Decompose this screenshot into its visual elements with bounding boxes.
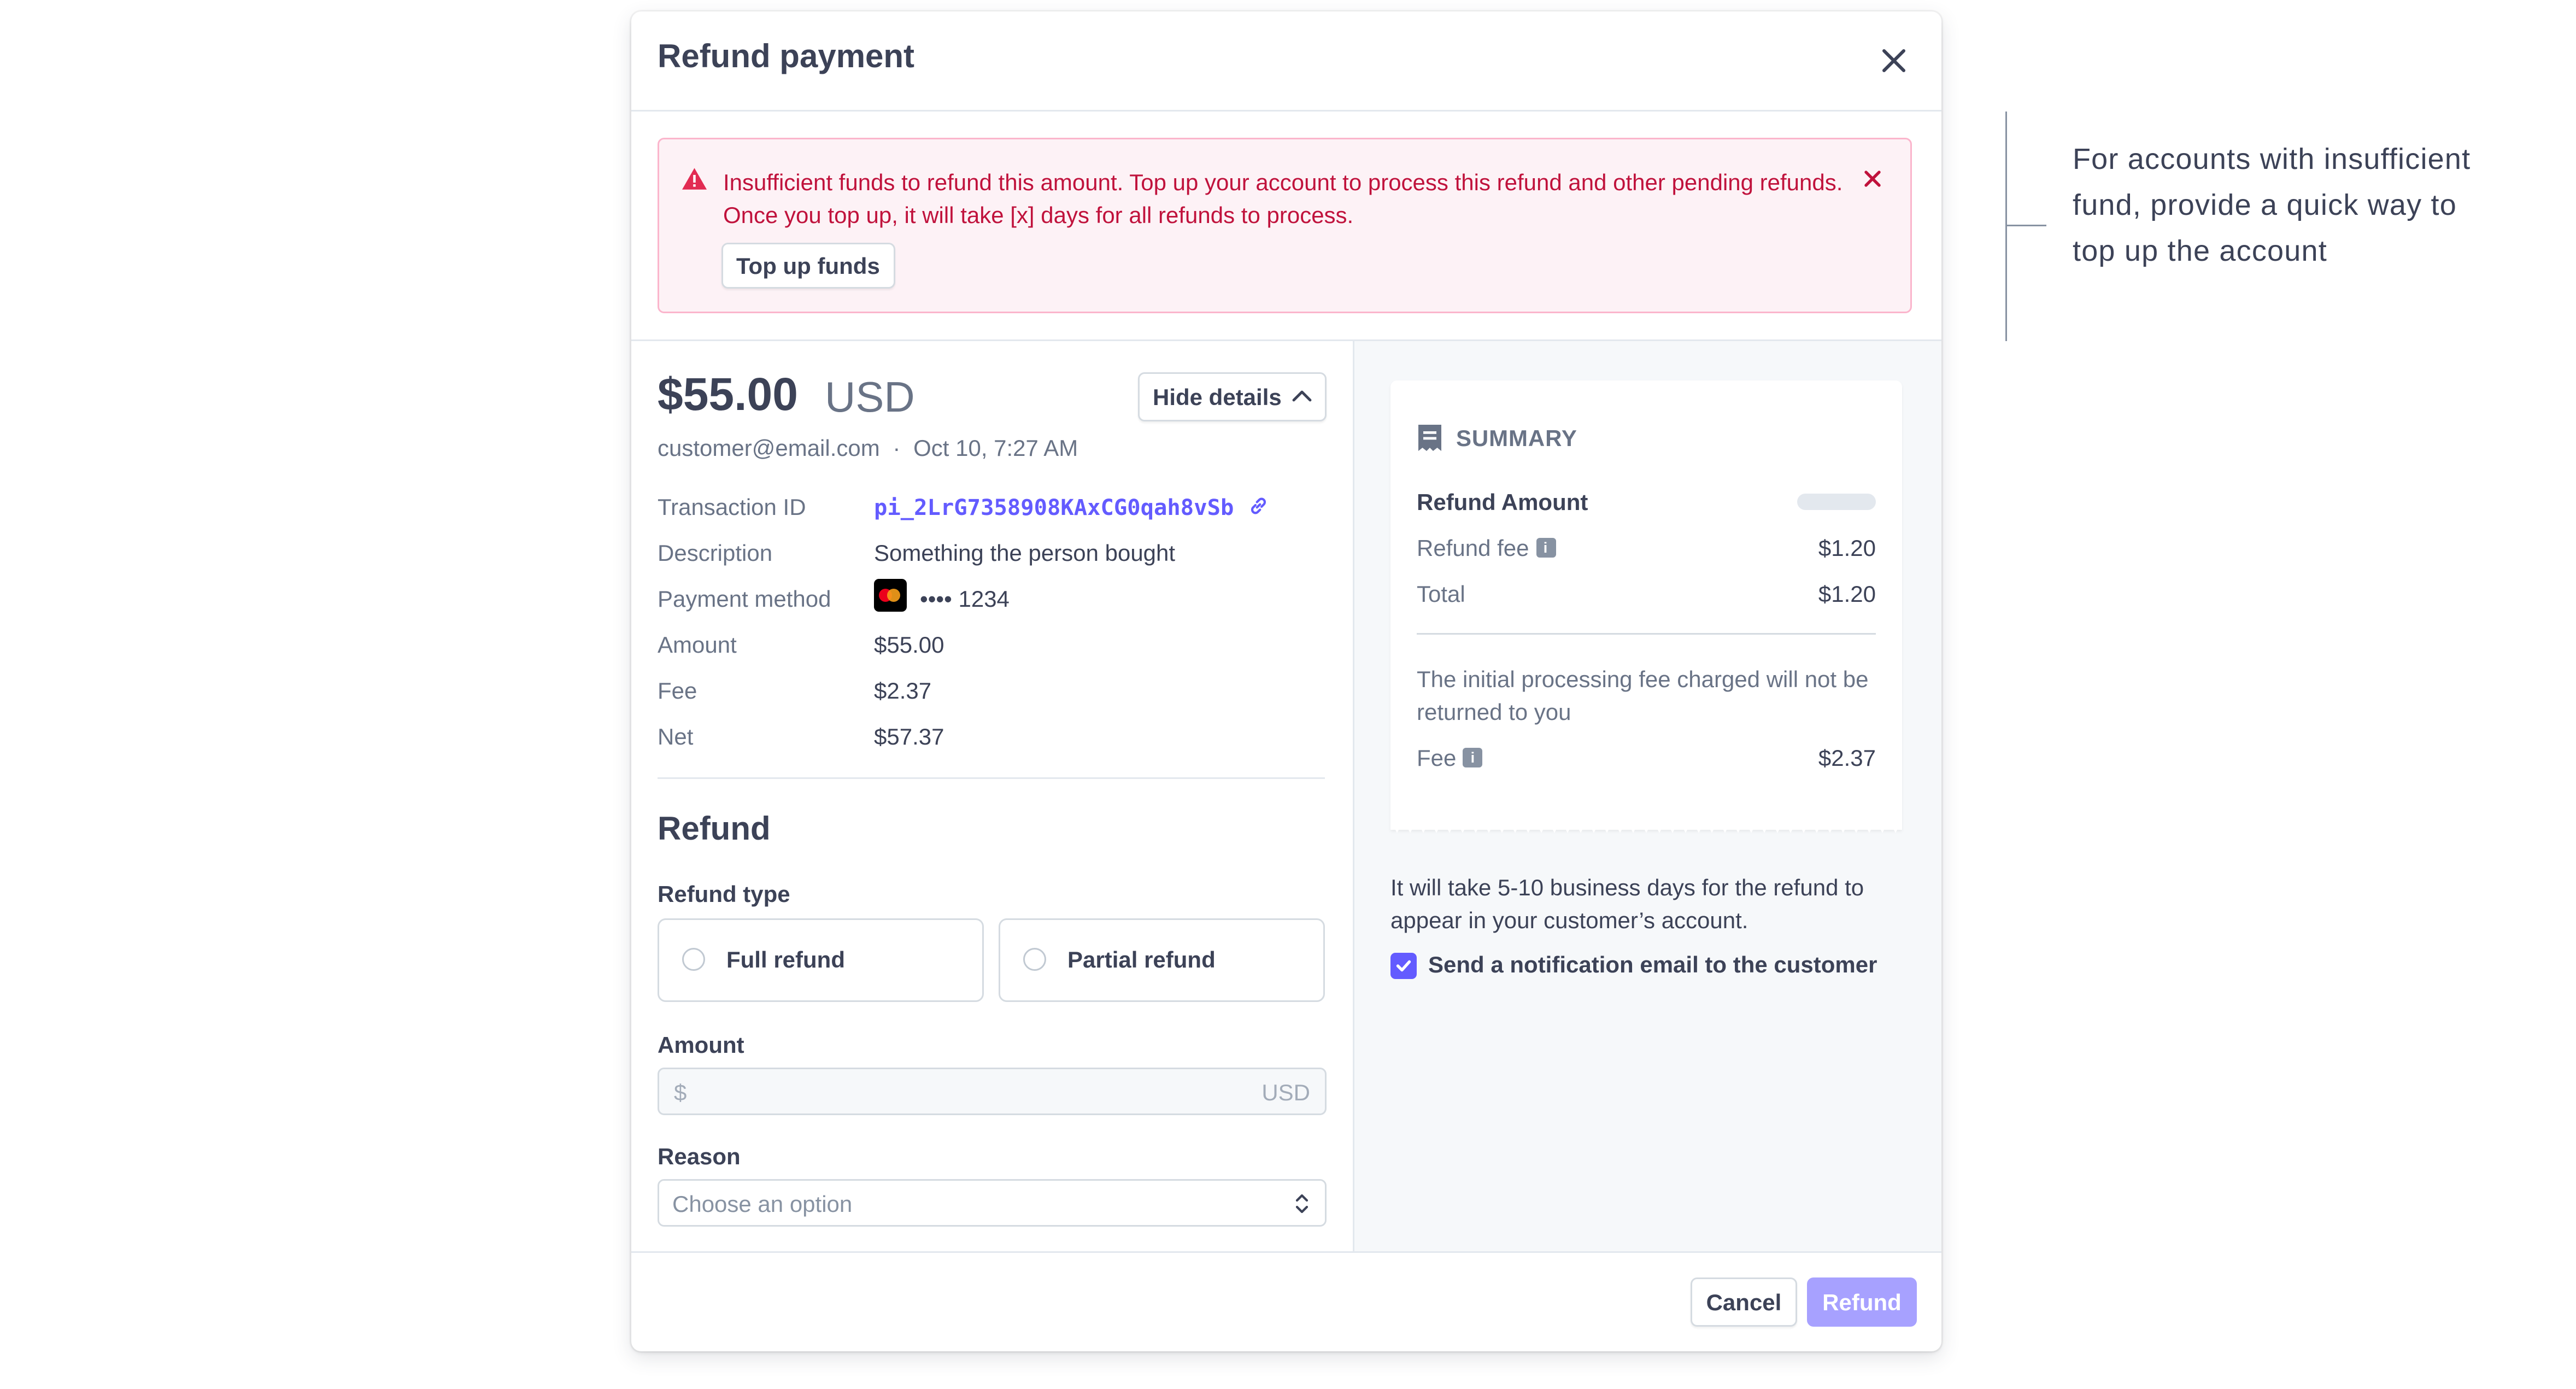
link-icon[interactable] <box>1248 495 1270 517</box>
dialog-title: Refund payment <box>658 39 915 75</box>
fee-value: $2.37 <box>1818 745 1876 771</box>
summary-receipt: SUMMARY Refund Amount Refund fee i $1.20 … <box>1390 380 1902 830</box>
amount-label: Amount <box>658 1032 744 1058</box>
full-refund-option[interactable]: Full refund <box>658 918 984 1002</box>
refund-fee-row: Refund fee i <box>1417 535 1556 561</box>
reason-placeholder: Choose an option <box>672 1191 853 1217</box>
refund-type-label: Refund type <box>658 881 790 907</box>
currency-prefix: $ <box>674 1079 687 1105</box>
chevron-updown-icon <box>1295 1194 1308 1214</box>
annotation-connector <box>2005 225 2046 226</box>
detail-label: Amount <box>658 631 737 658</box>
radio-button[interactable] <box>682 948 705 971</box>
detail-value: $2.37 <box>874 677 932 704</box>
detail-label: Payment method <box>658 585 831 612</box>
amount-input[interactable]: $ USD <box>658 1068 1327 1115</box>
divider <box>658 777 1325 779</box>
payment-amount: $55.00 <box>658 369 798 420</box>
top-up-funds-button[interactable]: Top up funds <box>721 243 895 289</box>
refund-fee-label: Refund fee <box>1417 535 1529 561</box>
partial-refund-option[interactable]: Partial refund <box>999 918 1325 1002</box>
total-value: $1.20 <box>1818 581 1876 607</box>
total-label: Total <box>1417 581 1465 607</box>
detail-value: Something the person bought <box>874 540 1176 566</box>
info-icon[interactable]: i <box>1463 748 1483 768</box>
divider <box>1417 633 1876 635</box>
notify-label[interactable]: Send a notification email to the custome… <box>1428 951 1877 977</box>
divider <box>631 1251 1941 1253</box>
warning-icon <box>682 168 707 190</box>
payment-method: •••• 1234 <box>874 579 1010 615</box>
notify-checkbox[interactable] <box>1390 953 1417 979</box>
info-icon[interactable]: i <box>1535 538 1556 558</box>
summary-title: SUMMARY <box>1456 425 1577 451</box>
refund-dialog: Refund payment Insufficient funds to ref… <box>631 11 1941 1351</box>
detail-label: Net <box>658 723 694 749</box>
hide-details-label: Hide details <box>1153 384 1282 410</box>
meta-separator: · <box>893 435 901 461</box>
cancel-button[interactable]: Cancel <box>1691 1277 1797 1327</box>
detail-label: Fee <box>658 677 697 704</box>
fee-row: Fee i <box>1417 745 1483 771</box>
radio-button[interactable] <box>1023 948 1046 971</box>
payment-date: Oct 10, 7:27 AM <box>913 435 1078 461</box>
refund-amount-label: Refund Amount <box>1417 489 1588 515</box>
reason-select[interactable]: Choose an option <box>658 1179 1327 1227</box>
close-icon[interactable] <box>1861 167 1884 190</box>
payment-meta: customer@email.com · Oct 10, 7:27 AM <box>658 435 1078 461</box>
fee-label: Fee <box>1417 745 1457 771</box>
check-icon <box>1396 960 1411 972</box>
insufficient-funds-alert: Insufficient funds to refund this amount… <box>658 138 1912 313</box>
refund-section-title: Refund <box>658 812 771 848</box>
detail-value: $57.37 <box>874 723 944 749</box>
annotation-note: For accounts with insufficient fund, pro… <box>2073 143 2471 267</box>
refund-button[interactable]: Refund <box>1807 1277 1917 1327</box>
chevron-up-icon <box>1292 390 1312 402</box>
currency-suffix: USD <box>1261 1079 1310 1105</box>
partial-refund-label: Partial refund <box>1067 946 1216 972</box>
annotation-bracket <box>2005 112 2007 341</box>
refund-fee-value: $1.20 <box>1818 535 1876 561</box>
detail-label: Description <box>658 540 773 566</box>
loading-placeholder <box>1797 494 1876 510</box>
payment-currency: USD <box>825 372 915 421</box>
customer-email: customer@email.com <box>658 435 880 461</box>
detail-label: Transaction ID <box>658 494 806 520</box>
alert-message: Insufficient funds to refund this amount… <box>723 169 1843 228</box>
transaction-id-value[interactable]: pi_2LrG7358908KAxCG0qah8vSb <box>874 495 1234 521</box>
processing-note: It will take 5-10 business days for the … <box>1390 874 1864 933</box>
receipt-icon <box>1418 425 1441 451</box>
card-last4: •••• 1234 <box>920 585 1010 612</box>
detail-value: $55.00 <box>874 631 944 658</box>
hide-details-button[interactable]: Hide details <box>1138 372 1327 421</box>
full-refund-label: Full refund <box>726 946 845 972</box>
close-icon[interactable] <box>1877 44 1910 77</box>
fee-note: The initial processing fee charged will … <box>1417 666 1869 725</box>
mastercard-icon <box>874 579 907 612</box>
dialog-header: Refund payment <box>631 11 1941 112</box>
receipt-edge <box>1390 820 1902 833</box>
transaction-id[interactable]: pi_2LrG7358908KAxCG0qah8vSb <box>874 494 1270 521</box>
reason-label: Reason <box>658 1143 741 1169</box>
